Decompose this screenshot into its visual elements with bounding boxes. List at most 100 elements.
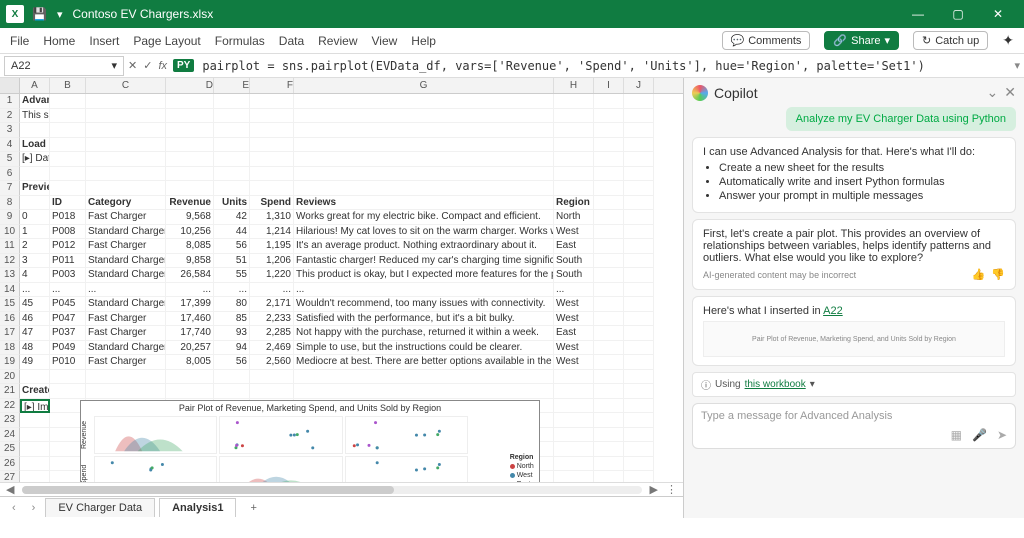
cell-link[interactable]: A22 (823, 305, 843, 317)
formula-input[interactable] (198, 56, 1010, 76)
cell[interactable]: 51 (214, 254, 250, 269)
cell[interactable]: Fast Charger (86, 210, 166, 225)
cell[interactable] (594, 109, 624, 124)
tab-file[interactable]: File (10, 34, 29, 48)
cell[interactable]: Units (214, 196, 250, 211)
grid-row[interactable]: 6 (0, 167, 683, 182)
cell[interactable] (624, 196, 654, 211)
cell[interactable] (624, 181, 654, 196)
cell[interactable] (554, 94, 594, 109)
cell[interactable] (20, 167, 50, 182)
cell[interactable] (166, 370, 214, 385)
cell[interactable] (594, 370, 624, 385)
cell[interactable]: P010 (50, 355, 86, 370)
cell[interactable] (86, 384, 166, 399)
col-header[interactable]: J (624, 78, 654, 93)
cell[interactable] (20, 370, 50, 385)
cell[interactable]: ... (86, 283, 166, 298)
source-bar[interactable]: ⓘ Using this workbook ▾ (692, 372, 1016, 397)
cell[interactable] (166, 123, 214, 138)
cell[interactable]: 55 (214, 268, 250, 283)
cell[interactable]: Region (554, 196, 594, 211)
cell[interactable] (594, 210, 624, 225)
cell[interactable] (594, 283, 624, 298)
cell[interactable] (594, 94, 624, 109)
cell[interactable] (624, 341, 654, 356)
cell[interactable] (594, 123, 624, 138)
cell[interactable] (624, 471, 654, 482)
cell[interactable] (594, 326, 624, 341)
cell[interactable] (594, 196, 624, 211)
cell[interactable] (294, 181, 554, 196)
cell[interactable]: East (554, 326, 594, 341)
cell[interactable]: Fast Charger (86, 355, 166, 370)
cell[interactable]: P003 (50, 268, 86, 283)
cell[interactable] (214, 152, 250, 167)
cell[interactable] (20, 123, 50, 138)
cell[interactable] (624, 355, 654, 370)
cell[interactable] (624, 225, 654, 240)
grid-row[interactable]: 14........................ (0, 283, 683, 298)
cell[interactable] (624, 370, 654, 385)
grid-row[interactable]: 90P018Fast Charger9,568421,310Works grea… (0, 210, 683, 225)
cell[interactable]: P012 (50, 239, 86, 254)
save-icon[interactable]: 💾 (32, 7, 47, 21)
col-header[interactable]: D (166, 78, 214, 93)
cell[interactable]: P037 (50, 326, 86, 341)
cell[interactable]: 17,460 (166, 312, 214, 327)
cell[interactable] (250, 181, 294, 196)
cell[interactable]: 8,005 (166, 355, 214, 370)
cell[interactable] (20, 442, 50, 457)
cell[interactable]: Works great for my electric bike. Compac… (294, 210, 554, 225)
send-icon[interactable]: ➤ (997, 428, 1007, 442)
cell[interactable] (594, 254, 624, 269)
cell[interactable]: Reviews (294, 196, 554, 211)
grid-row[interactable]: 21Create pair plots analyzing relationsh… (0, 384, 683, 399)
cell[interactable] (250, 109, 294, 124)
copilot-ribbon-icon[interactable]: ✦ (1002, 32, 1014, 49)
cell[interactable] (250, 370, 294, 385)
cell[interactable] (250, 152, 294, 167)
cell[interactable] (214, 384, 250, 399)
cell[interactable]: P018 (50, 210, 86, 225)
cell[interactable] (624, 94, 654, 109)
tab-data[interactable]: Data (279, 34, 304, 48)
cell[interactable] (294, 138, 554, 153)
close-button[interactable]: ✕ (978, 7, 1018, 21)
cell[interactable]: 9,568 (166, 210, 214, 225)
cell[interactable] (594, 312, 624, 327)
cell[interactable] (624, 312, 654, 327)
tab-formulas[interactable]: Formulas (215, 34, 265, 48)
cell[interactable] (594, 297, 624, 312)
cell[interactable]: ... (166, 283, 214, 298)
pairplot-chart[interactable]: Pair Plot of Revenue, Marketing Spend, a… (80, 400, 540, 482)
cell[interactable] (294, 370, 554, 385)
cell[interactable]: Wouldn't recommend, too many issues with… (294, 297, 554, 312)
cell[interactable] (20, 413, 50, 428)
cell[interactable]: 4 (20, 268, 50, 283)
cell[interactable] (166, 167, 214, 182)
cell[interactable] (624, 123, 654, 138)
cell[interactable]: 85 (214, 312, 250, 327)
cell[interactable] (214, 109, 250, 124)
cell[interactable]: Simple to use, but the instructions coul… (294, 341, 554, 356)
cell[interactable]: 10,256 (166, 225, 214, 240)
cell[interactable]: 2,233 (250, 312, 294, 327)
thumbs-up-icon[interactable]: 👍 (972, 268, 986, 281)
cell[interactable] (624, 297, 654, 312)
cell[interactable] (554, 428, 594, 443)
cell[interactable] (554, 384, 594, 399)
cell[interactable] (214, 123, 250, 138)
grid-row[interactable]: 1848P049Standard Charger20,257942,469Sim… (0, 341, 683, 356)
cell[interactable] (166, 94, 214, 109)
cell[interactable]: This sheet will include all Python code … (20, 109, 50, 124)
cell[interactable]: West (554, 312, 594, 327)
cell[interactable]: Standard Charger (86, 268, 166, 283)
cell[interactable] (214, 167, 250, 182)
cell[interactable] (166, 109, 214, 124)
copilot-chat-input[interactable]: Type a message for Advanced Analysis ▦ 🎤… (692, 403, 1016, 449)
cell[interactable]: 2,171 (250, 297, 294, 312)
col-header[interactable]: C (86, 78, 166, 93)
cell[interactable] (166, 138, 214, 153)
cell[interactable] (250, 123, 294, 138)
